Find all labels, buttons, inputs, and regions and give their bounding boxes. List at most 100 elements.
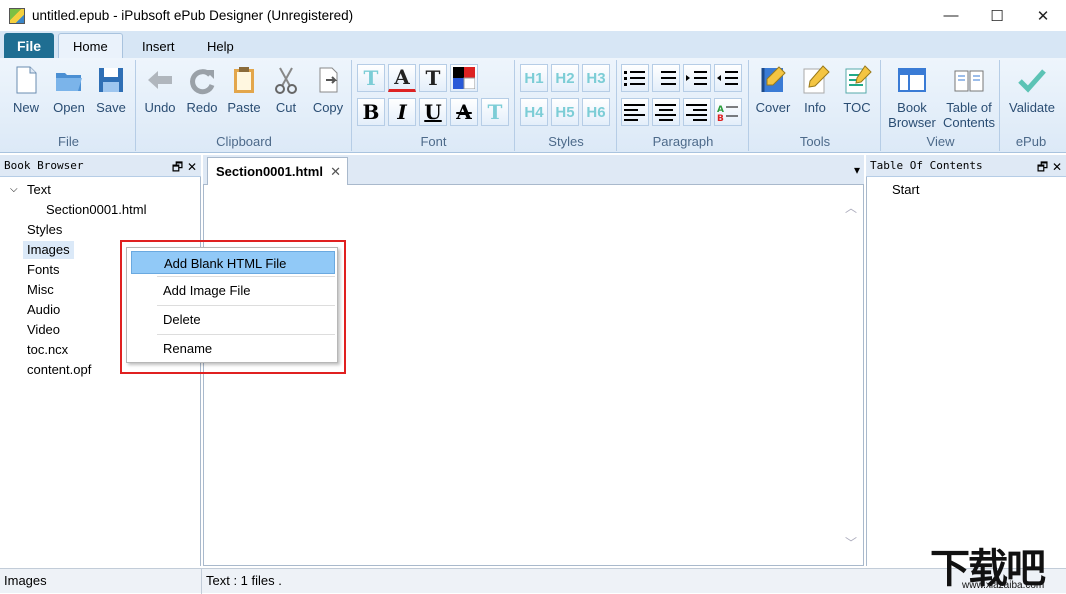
menu-separator — [157, 305, 335, 306]
indent-button[interactable] — [683, 64, 711, 92]
toc-label-line1: Table of — [940, 100, 998, 115]
status-divider — [201, 569, 202, 594]
heading3-button[interactable]: H3 — [582, 64, 610, 92]
tree-item-images[interactable]: Images — [23, 241, 74, 259]
new-document-icon — [10, 64, 42, 96]
close-button[interactable]: ✕ — [1020, 0, 1066, 31]
font-style-button[interactable]: T — [357, 64, 385, 92]
watermark: 下载吧 www.xiazaiba.com — [930, 536, 1064, 593]
outdent-button[interactable] — [714, 64, 742, 92]
cover-button[interactable]: Cover — [753, 64, 793, 115]
tab-list-dropdown-icon[interactable]: ▾ — [854, 163, 860, 177]
group-epub: Validate ePub — [1001, 60, 1061, 151]
heading1-button[interactable]: H1 — [520, 64, 548, 92]
paste-button[interactable]: Paste — [224, 64, 264, 115]
heading6-button[interactable]: H6 — [582, 98, 610, 126]
align-center-button[interactable] — [652, 98, 680, 126]
book-browser-label-line2: Browser — [888, 115, 936, 130]
group-clipboard-label: Clipboard — [137, 134, 351, 149]
redo-button[interactable]: Redo — [182, 64, 222, 115]
tree-item-text[interactable]: Text — [27, 181, 51, 199]
app-icon — [9, 8, 25, 24]
menu-item-delete[interactable]: Delete — [131, 308, 335, 331]
tab-help[interactable]: Help — [193, 33, 248, 59]
paragraph-format-icon: AB — [717, 103, 739, 121]
paragraph-format-button[interactable]: AB — [714, 98, 742, 126]
menu-item-add-blank-html-file[interactable]: Add Blank HTML File — [131, 251, 335, 274]
context-menu: Add Blank HTML File Add Image File Delet… — [126, 247, 338, 363]
menu-item-rename[interactable]: Rename — [131, 337, 335, 360]
bold-button[interactable]: B — [357, 98, 385, 126]
redo-icon — [186, 64, 218, 96]
toc-label: TOC — [843, 100, 870, 115]
tab-file[interactable]: File — [4, 33, 54, 59]
info-pencil-icon — [799, 64, 831, 96]
tree-item-section0001[interactable]: Section0001.html — [46, 201, 146, 219]
status-bar: Images Text : 1 files . — [0, 568, 1066, 593]
align-left-icon — [624, 103, 646, 121]
toc-panel-title: Table Of Contents — [870, 159, 983, 172]
underline-button[interactable]: U — [419, 98, 447, 126]
cover-book-icon — [757, 64, 789, 96]
group-tools: Cover Info TOC Tools — [750, 60, 881, 151]
background-color-button[interactable] — [450, 64, 478, 92]
book-browser-button[interactable]: Book Browser — [888, 64, 936, 130]
align-right-button[interactable] — [683, 98, 711, 126]
numbered-list-icon — [655, 69, 677, 87]
italic-button[interactable]: I — [388, 98, 416, 126]
tab-insert[interactable]: Insert — [128, 33, 189, 59]
font-color-button[interactable]: A — [388, 64, 416, 92]
tree-item-audio[interactable]: Audio — [27, 301, 60, 319]
open-label: Open — [53, 100, 85, 115]
tree-item-styles[interactable]: Styles — [27, 221, 62, 239]
toc-item-start[interactable]: Start — [892, 181, 919, 199]
toc-panel: Start — [866, 177, 1066, 566]
status-file-count: Text : 1 files . — [206, 573, 282, 588]
tree-item-toc-ncx[interactable]: toc.ncx — [27, 341, 68, 359]
align-left-button[interactable] — [621, 98, 649, 126]
strikethrough-button[interactable]: A — [450, 98, 478, 126]
toc-label-line2: Contents — [940, 115, 998, 130]
tab-section0001[interactable]: Section0001.html ✕ — [207, 157, 348, 185]
close-tab-icon[interactable]: ✕ — [330, 164, 341, 180]
indent-icon — [686, 69, 708, 87]
book-browser-panel-controls[interactable]: 🗗 ✕ — [172, 158, 197, 179]
scroll-down-icon[interactable]: ﹀ — [845, 534, 857, 551]
save-disk-icon — [95, 64, 127, 96]
book-browser-title: Book Browser — [4, 159, 83, 172]
tree-item-video[interactable]: Video — [27, 321, 60, 339]
expand-chevron-icon[interactable]: ⌵ — [10, 181, 18, 199]
document-tab-bar: Section0001.html ✕ ▾ — [203, 155, 864, 185]
menu-item-add-image-file[interactable]: Add Image File — [131, 279, 335, 302]
open-button[interactable]: Open — [49, 64, 89, 115]
toc-button[interactable]: TOC — [837, 64, 877, 115]
heading2-button[interactable]: H2 — [551, 64, 579, 92]
tree-item-fonts[interactable]: Fonts — [27, 261, 60, 279]
tree-item-misc[interactable]: Misc — [27, 281, 54, 299]
font-size-button[interactable]: T — [419, 64, 447, 92]
minimize-button[interactable]: — — [928, 0, 974, 31]
heading4-button[interactable]: H4 — [520, 98, 548, 126]
maximize-button[interactable]: ☐ — [974, 0, 1020, 31]
tab-home[interactable]: Home — [58, 33, 123, 59]
paste-clipboard-icon — [228, 64, 260, 96]
scroll-up-icon[interactable]: ︿ — [845, 199, 857, 216]
copy-button[interactable]: Copy — [308, 64, 348, 115]
new-button[interactable]: New — [6, 64, 46, 115]
align-center-icon — [655, 103, 677, 121]
numbered-list-button[interactable] — [652, 64, 680, 92]
tree-item-content-opf[interactable]: content.opf — [27, 361, 91, 379]
heading5-button[interactable]: H5 — [551, 98, 579, 126]
undo-button[interactable]: Undo — [140, 64, 180, 115]
cut-button[interactable]: Cut — [266, 64, 306, 115]
checkmark-icon — [1016, 64, 1048, 96]
window-controls: — ☐ ✕ — [928, 0, 1066, 31]
bullet-list-button[interactable] — [621, 64, 649, 92]
text-style-button[interactable]: T — [481, 98, 509, 126]
table-of-contents-button[interactable]: Table of Contents — [940, 64, 998, 130]
validate-button[interactable]: Validate — [1005, 64, 1059, 115]
group-font: T A T B I U A T Font — [353, 60, 515, 151]
toc-panel-controls[interactable]: 🗗 ✕ — [1037, 158, 1062, 179]
info-button[interactable]: Info — [795, 64, 835, 115]
save-button[interactable]: Save — [91, 64, 131, 115]
